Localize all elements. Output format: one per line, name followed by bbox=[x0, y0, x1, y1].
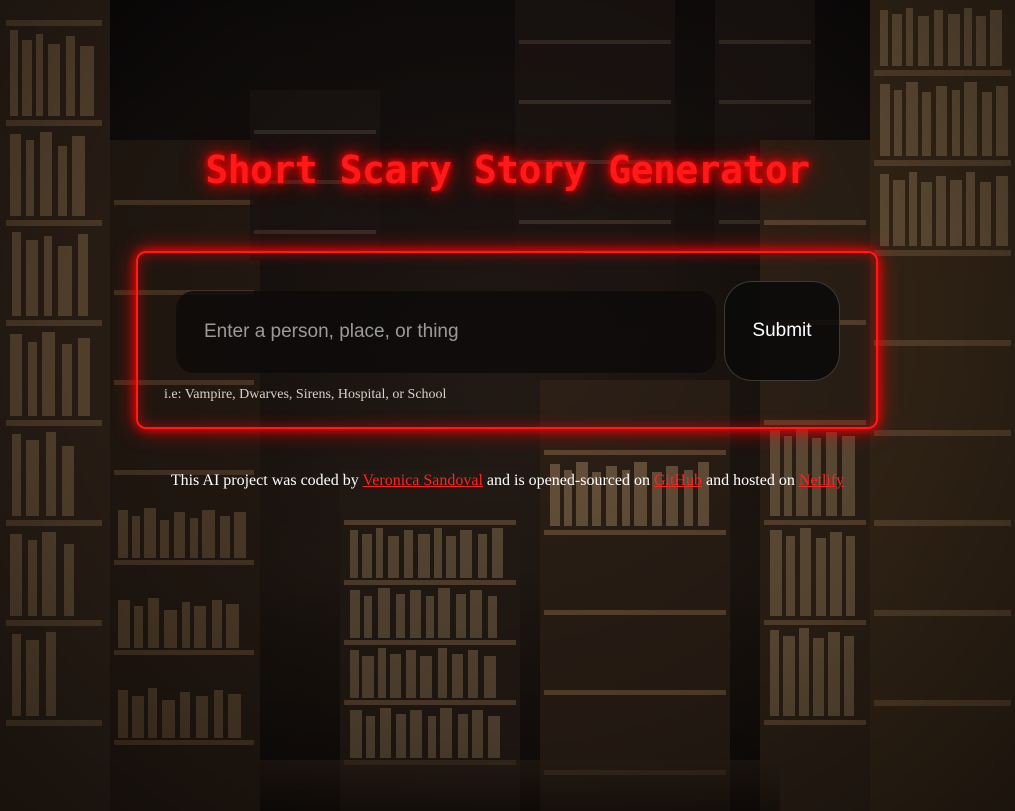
footer-credits: This AI project was coded by Veronica Sa… bbox=[0, 472, 1015, 490]
submit-button[interactable]: Submit bbox=[724, 281, 840, 381]
footer-text-2: and is opened-sourced on bbox=[486, 472, 650, 489]
topic-input[interactable] bbox=[176, 291, 716, 373]
story-form-panel: Submit i.e: Vampire, Dwarves, Sirens, Ho… bbox=[136, 251, 878, 429]
netlify-link[interactable]: Netlify bbox=[799, 472, 844, 489]
input-hint: i.e: Vampire, Dwarves, Sirens, Hospital,… bbox=[164, 387, 447, 402]
footer-text-1: This AI project was coded by bbox=[170, 472, 359, 489]
page-title: Short Scary Story Generator bbox=[205, 148, 810, 192]
footer-text-3: and hosted on bbox=[705, 472, 795, 489]
author-link[interactable]: Veronica Sandoval bbox=[363, 472, 483, 489]
github-link[interactable]: GitHub bbox=[654, 472, 702, 489]
page: Short Scary Story Generator Submit i.e: … bbox=[0, 0, 1015, 811]
